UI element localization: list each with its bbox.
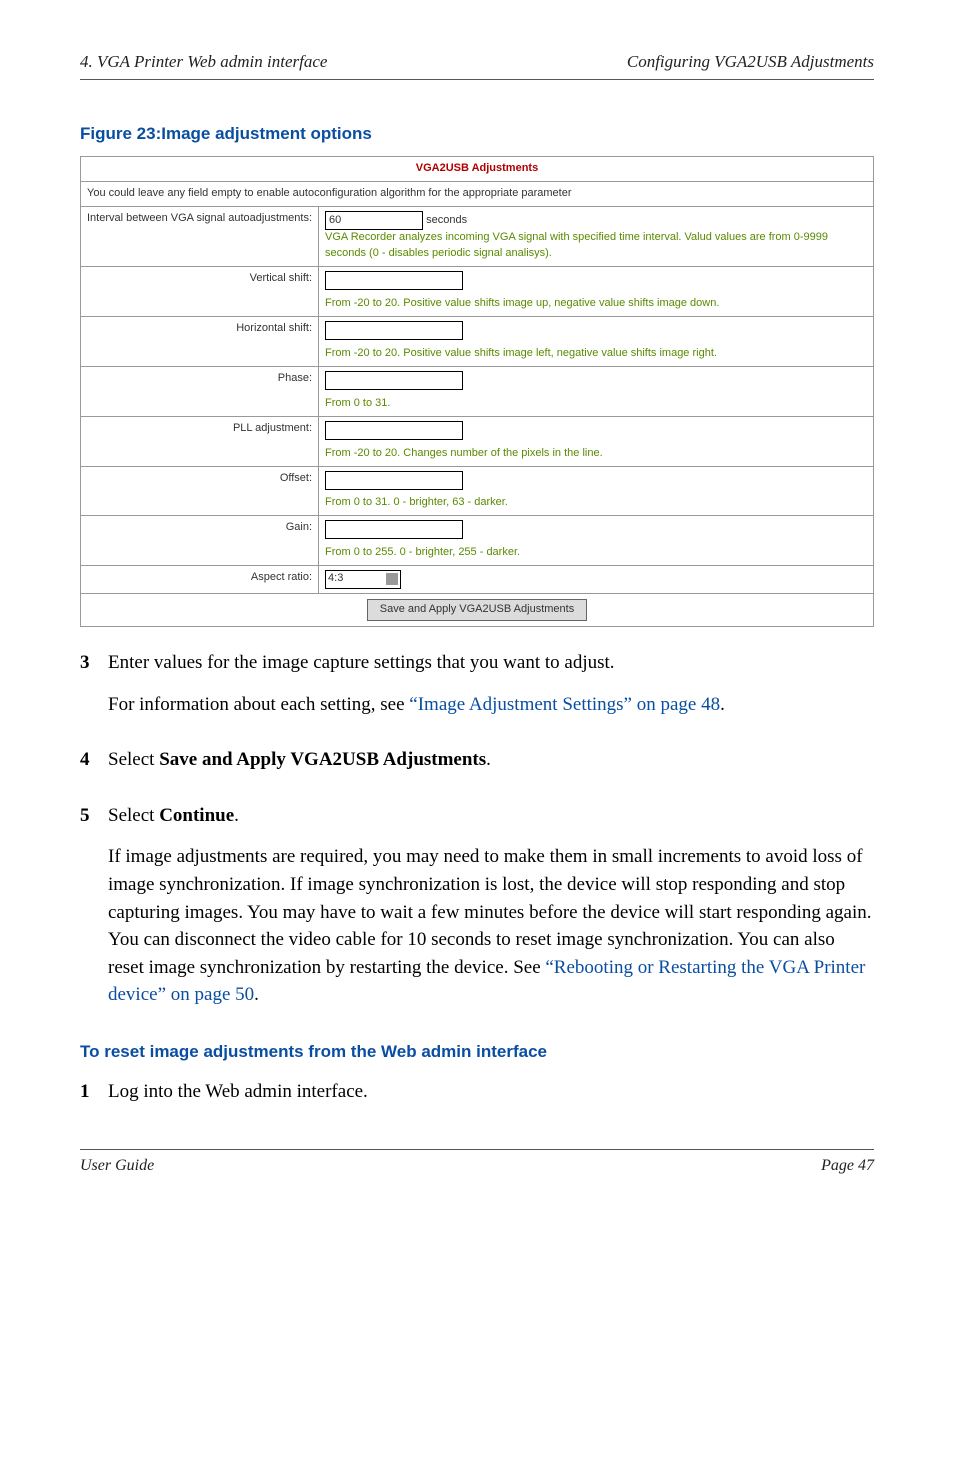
- interval-help: VGA Recorder analyzes incoming VGA signa…: [325, 231, 828, 259]
- row-label-phase: Phase:: [81, 366, 319, 416]
- row-value-hshift: From -20 to 20. Positive value shifts im…: [319, 316, 874, 366]
- table-button-row: Save and Apply VGA2USB Adjustments: [81, 594, 874, 627]
- table-title: VGA2USB Adjustments: [81, 157, 874, 182]
- step-number: 1: [80, 1078, 108, 1106]
- row-label-gain: Gain:: [81, 516, 319, 566]
- step-number: 5: [80, 802, 108, 1023]
- row-value-offset: From 0 to 31. 0 - brighter, 63 - darker.: [319, 466, 874, 516]
- table-row: Interval between VGA signal autoadjustme…: [81, 207, 874, 267]
- hshift-help: From -20 to 20. Positive value shifts im…: [325, 347, 717, 359]
- phase-help: From 0 to 31.: [325, 397, 390, 409]
- table-row: PLL adjustment: From -20 to 20. Changes …: [81, 416, 874, 466]
- image-adjustment-link[interactable]: “Image Adjustment Settings” on page 48: [409, 694, 720, 715]
- row-value-gain: From 0 to 255. 0 - brighter, 255 - darke…: [319, 516, 874, 566]
- step-number: 3: [80, 649, 108, 732]
- row-value-phase: From 0 to 31.: [319, 366, 874, 416]
- interval-input[interactable]: 60: [325, 211, 423, 230]
- step5-text2: If image adjustments are required, you m…: [108, 843, 874, 1008]
- steps-list: 3 Enter values for the image capture set…: [80, 649, 874, 1022]
- step-number: 4: [80, 746, 108, 788]
- section-heading: To reset image adjustments from the Web …: [80, 1041, 874, 1064]
- page-footer: User Guide Page 47: [80, 1149, 874, 1177]
- row-value-interval: 60 seconds VGA Recorder analyzes incomin…: [319, 207, 874, 267]
- row-label-vshift: Vertical shift:: [81, 267, 319, 317]
- vshift-help: From -20 to 20. Positive value shifts im…: [325, 297, 719, 309]
- row-value-pll: From -20 to 20. Changes number of the pi…: [319, 416, 874, 466]
- step3-text2: For information about each setting, see …: [108, 691, 874, 719]
- table-row: Offset: From 0 to 31. 0 - brighter, 63 -…: [81, 466, 874, 516]
- aspect-select[interactable]: 4:3: [325, 570, 401, 589]
- step-5: 5 Select Continue. If image adjustments …: [80, 802, 874, 1023]
- gain-input[interactable]: [325, 520, 463, 539]
- step1-text: Log into the Web admin interface.: [108, 1078, 874, 1106]
- offset-help: From 0 to 31. 0 - brighter, 63 - darker.: [325, 496, 508, 508]
- steps-list-2: 1 Log into the Web admin interface.: [80, 1078, 874, 1106]
- step-3: 3 Enter values for the image capture set…: [80, 649, 874, 732]
- save-apply-button[interactable]: Save and Apply VGA2USB Adjustments: [367, 599, 587, 621]
- footer-right: Page 47: [821, 1154, 874, 1177]
- table-subtitle: You could leave any field empty to enabl…: [81, 182, 874, 207]
- step-1: 1 Log into the Web admin interface.: [80, 1078, 874, 1106]
- interval-unit: seconds: [426, 214, 467, 226]
- row-label-pll: PLL adjustment:: [81, 416, 319, 466]
- table-row: Gain: From 0 to 255. 0 - brighter, 255 -…: [81, 516, 874, 566]
- step5-text1: Select Continue.: [108, 802, 874, 830]
- hshift-input[interactable]: [325, 321, 463, 340]
- row-value-aspect: 4:3: [319, 566, 874, 594]
- row-label-aspect: Aspect ratio:: [81, 566, 319, 594]
- footer-left: User Guide: [80, 1154, 154, 1177]
- table-row: Phase: From 0 to 31.: [81, 366, 874, 416]
- vshift-input[interactable]: [325, 271, 463, 290]
- step4-text: Select Save and Apply VGA2USB Adjustment…: [108, 746, 874, 774]
- figure-caption: Figure 23:Image adjustment options: [80, 122, 874, 147]
- table-row: Vertical shift: From -20 to 20. Positive…: [81, 267, 874, 317]
- row-label-interval: Interval between VGA signal autoadjustme…: [81, 207, 319, 267]
- phase-input[interactable]: [325, 371, 463, 390]
- row-value-vshift: From -20 to 20. Positive value shifts im…: [319, 267, 874, 317]
- pll-help: From -20 to 20. Changes number of the pi…: [325, 447, 603, 459]
- page-header: 4. VGA Printer Web admin interface Confi…: [80, 50, 874, 80]
- row-label-offset: Offset:: [81, 466, 319, 516]
- table-row: Aspect ratio: 4:3: [81, 566, 874, 594]
- table-row: Horizontal shift: From -20 to 20. Positi…: [81, 316, 874, 366]
- offset-input[interactable]: [325, 471, 463, 490]
- header-right: Configuring VGA2USB Adjustments: [627, 50, 874, 75]
- header-left: 4. VGA Printer Web admin interface: [80, 50, 327, 75]
- step3-text1: Enter values for the image capture setti…: [108, 649, 874, 677]
- step-4: 4 Select Save and Apply VGA2USB Adjustme…: [80, 746, 874, 788]
- gain-help: From 0 to 255. 0 - brighter, 255 - darke…: [325, 546, 520, 558]
- pll-input[interactable]: [325, 421, 463, 440]
- adjustments-table: VGA2USB Adjustments You could leave any …: [80, 156, 874, 627]
- row-label-hshift: Horizontal shift:: [81, 316, 319, 366]
